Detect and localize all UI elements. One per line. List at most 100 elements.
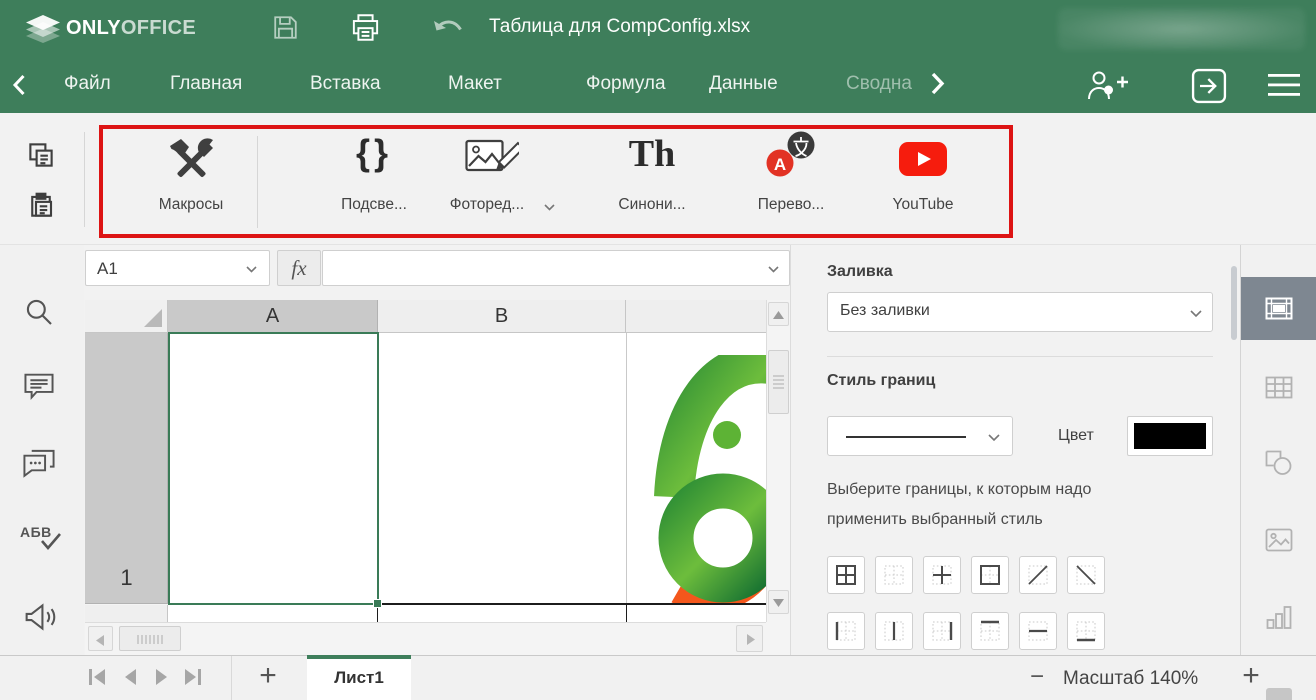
cell-settings-tab[interactable] [1241, 277, 1316, 340]
sheet-nav-first-icon[interactable] [86, 667, 108, 687]
cell-border-bottom-row1 [378, 603, 766, 605]
table-settings-tab[interactable] [1241, 372, 1316, 406]
plugins-highlight-rectangle [99, 125, 1013, 238]
fx-label: fx [291, 256, 306, 280]
tab-home[interactable]: Главная [170, 73, 242, 95]
border-btn-right[interactable] [923, 612, 961, 650]
border-hint-line2: применить выбранный стиль [827, 511, 1043, 529]
fill-select-value: Без заливки [840, 302, 930, 320]
search-icon[interactable] [23, 296, 55, 328]
vertical-scroll-thumb[interactable] [768, 350, 789, 414]
horizontal-scroll-thumb[interactable] [119, 626, 181, 651]
border-btn-diagonal-up[interactable] [1019, 556, 1057, 594]
open-file-location-icon[interactable] [1191, 68, 1227, 104]
zoom-in-button[interactable]: + [1235, 659, 1267, 693]
user-badge-blurred [1058, 8, 1305, 50]
column-header-partial[interactable] [626, 300, 766, 333]
image-settings-tab[interactable] [1241, 524, 1316, 558]
scroll-down-icon[interactable] [768, 590, 789, 614]
tab-pivot-truncated[interactable]: Сводна [846, 73, 912, 95]
fill-heading: Заливка [827, 263, 893, 281]
border-btn-inner-horizontal[interactable] [1019, 612, 1057, 650]
fill-select-chevron-icon [1190, 310, 1202, 318]
select-all-corner[interactable] [85, 300, 168, 333]
column-header-a-label: A [266, 305, 279, 327]
column-header-a[interactable]: A [168, 300, 378, 333]
shape-settings-tab[interactable] [1241, 446, 1316, 482]
border-btn-outside[interactable] [971, 556, 1009, 594]
border-btn-all[interactable] [827, 556, 865, 594]
select-all-triangle-icon [141, 308, 163, 328]
fx-button[interactable]: fx [277, 250, 321, 286]
panel-scrollbar-thumb[interactable] [1231, 266, 1237, 340]
formula-input[interactable] [322, 250, 790, 286]
scroll-right-icon[interactable] [736, 625, 763, 652]
tab-file[interactable]: Файл [64, 73, 111, 95]
add-sheet-button[interactable]: + [253, 659, 283, 693]
fill-select[interactable]: Без заливки [827, 292, 1213, 332]
document-title: Таблица для CompConfig.xlsx [489, 16, 750, 38]
tab-data[interactable]: Данные [709, 73, 778, 95]
cell-settings-icon [1265, 297, 1293, 320]
paste-button[interactable] [26, 190, 56, 220]
row-header-2-partial[interactable] [85, 605, 168, 622]
border-btn-diagonal-down[interactable] [1067, 556, 1105, 594]
row-header-1[interactable]: 1 [85, 333, 168, 604]
chart-settings-icon [1266, 604, 1292, 632]
border-btn-none[interactable] [875, 556, 913, 594]
zoom-level-label[interactable]: Масштаб 140% [1063, 668, 1198, 690]
tab-insert[interactable]: Вставка [310, 73, 381, 95]
border-btn-inner-vertical[interactable] [875, 612, 913, 650]
formula-expand-chevron-icon [768, 266, 779, 273]
save-button[interactable] [271, 13, 300, 42]
hamburger-menu-icon[interactable] [1268, 74, 1300, 98]
zoom-out-button[interactable]: − [1022, 663, 1052, 691]
border-color-swatch[interactable] [1127, 416, 1213, 456]
scroll-left-icon[interactable] [88, 626, 113, 651]
border-btn-bottom[interactable] [1067, 612, 1105, 650]
app-logo-icon [26, 15, 60, 43]
chart-settings-tab[interactable] [1241, 600, 1316, 636]
feedback-icon[interactable] [23, 602, 57, 632]
border-btn-top[interactable] [971, 612, 1009, 650]
add-user-icon[interactable] [1086, 70, 1134, 103]
tabs-scroll-right-icon[interactable] [930, 72, 945, 95]
vertical-scrollbar[interactable] [766, 300, 790, 622]
sheet-nav-last-icon[interactable] [182, 667, 204, 687]
chat-icon[interactable] [22, 448, 56, 478]
undo-button[interactable] [432, 17, 465, 42]
border-btn-left[interactable] [827, 612, 865, 650]
border-hint-line1: Выберите границы, к которым надо [827, 481, 1091, 499]
cell-selection-handle[interactable] [373, 599, 382, 608]
tabs-scroll-left-icon[interactable] [12, 74, 26, 96]
scroll-up-icon[interactable] [768, 302, 789, 326]
row-header-1-label: 1 [85, 565, 168, 591]
spreadsheet-editor-window: ONLYOFFICE Таблица для CompConfig.xlsx Ф… [0, 0, 1316, 700]
tab-layout[interactable]: Макет [448, 73, 502, 95]
inserted-image[interactable] [628, 355, 766, 604]
panel-divider [827, 356, 1213, 357]
border-color-swatch-fill [1134, 423, 1206, 449]
border-style-heading: Стиль границ [827, 372, 935, 390]
border-style-select[interactable] [827, 416, 1013, 456]
sheet-nav-prev-icon[interactable] [120, 667, 140, 687]
spellcheck-icon[interactable]: АБВ [18, 524, 64, 556]
copy-button[interactable] [26, 140, 56, 170]
column-header-b-label: B [495, 305, 508, 327]
brand-office: OFFICE [121, 17, 196, 39]
corner-artifact [1266, 688, 1292, 700]
print-button[interactable] [350, 12, 381, 43]
statusbar-divider [231, 656, 232, 700]
border-btn-inside[interactable] [923, 556, 961, 594]
column-header-b[interactable]: B [378, 300, 626, 333]
shape-settings-icon [1265, 450, 1293, 476]
cell-reference: A1 [97, 259, 118, 279]
sheet-nav-next-icon[interactable] [152, 667, 172, 687]
border-style-line-sample [846, 436, 966, 438]
cell-name-box[interactable]: A1 [85, 250, 270, 286]
toolbar-divider [84, 132, 85, 227]
tab-formula[interactable]: Формула [586, 73, 666, 95]
comments-icon[interactable] [23, 372, 55, 402]
sheet-tab-list1[interactable]: Лист1 [307, 655, 411, 700]
horizontal-scrollbar[interactable] [85, 622, 766, 655]
